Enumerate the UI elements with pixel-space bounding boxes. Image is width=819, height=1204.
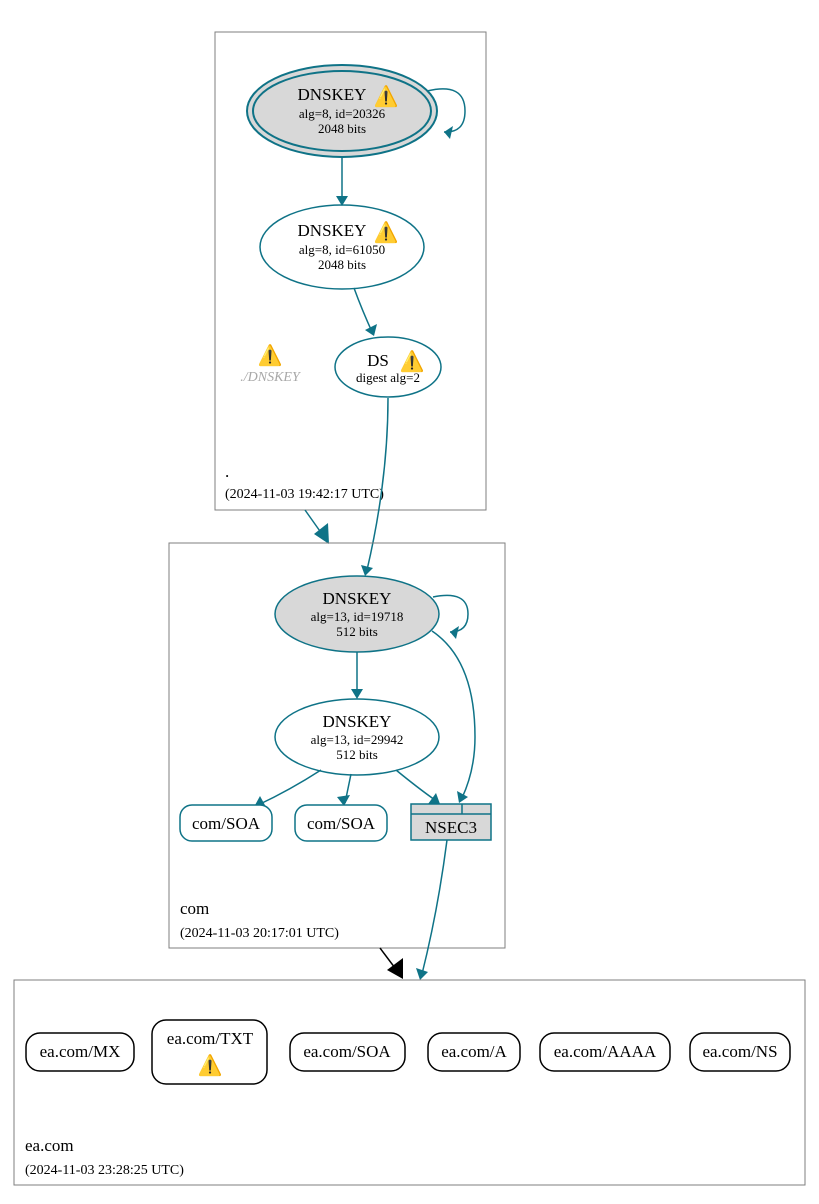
root-dnskey-ksk[interactable]: DNSKEY ⚠️ alg=8, id=20326 2048 bits bbox=[247, 65, 437, 157]
root-dnskey-zsk[interactable]: DNSKEY ⚠️ alg=8, id=61050 2048 bits bbox=[260, 205, 424, 289]
root-ds[interactable]: DS ⚠️ digest alg=2 bbox=[335, 337, 441, 397]
edge-root-ksk-zsk bbox=[336, 157, 348, 206]
com-soa-a[interactable]: com/SOA bbox=[180, 805, 272, 841]
com-zsk-bits: 512 bits bbox=[336, 747, 378, 762]
com-ksk-bits: 512 bits bbox=[336, 624, 378, 639]
ea-soa[interactable]: ea.com/SOA bbox=[290, 1033, 405, 1071]
zone-root-timestamp: (2024-11-03 19:42:17 UTC) bbox=[225, 487, 384, 502]
edge-nsec3-to-ea bbox=[416, 840, 447, 980]
ea-ns-label: ea.com/NS bbox=[702, 1042, 777, 1061]
com-nsec3-label: NSEC3 bbox=[425, 818, 477, 837]
edge-com-zsk-soa1 bbox=[254, 770, 321, 807]
edge-root-to-com-delegation bbox=[305, 510, 329, 544]
com-soa-b[interactable]: com/SOA bbox=[295, 805, 387, 841]
com-zsk-alg: alg=13, id=29942 bbox=[311, 732, 404, 747]
ea-ns[interactable]: ea.com/NS bbox=[690, 1033, 790, 1071]
root-ds-title: DS bbox=[367, 351, 389, 370]
root-ksk-alg: alg=8, id=20326 bbox=[299, 106, 386, 121]
edge-com-zsk-nsec3 bbox=[396, 770, 440, 804]
com-soa-a-label: com/SOA bbox=[192, 814, 261, 833]
edge-root-zsk-ds bbox=[354, 288, 377, 336]
root-missing-dnskey-label: ./DNSKEY bbox=[240, 370, 302, 385]
root-missing-dnskey: ⚠️ ./DNSKEY bbox=[240, 343, 302, 385]
com-zsk-title: DNSKEY bbox=[323, 712, 392, 731]
ea-aaaa[interactable]: ea.com/AAAA bbox=[540, 1033, 670, 1071]
ea-a[interactable]: ea.com/A bbox=[428, 1033, 520, 1071]
root-zsk-title: DNSKEY bbox=[298, 221, 367, 240]
edge-com-to-ea-delegation bbox=[380, 948, 403, 979]
edge-com-zsk-soa2 bbox=[337, 774, 351, 806]
root-ksk-bits: 2048 bits bbox=[318, 121, 366, 136]
warning-icon: ⚠️ bbox=[374, 220, 399, 244]
root-ksk-title: DNSKEY bbox=[298, 85, 367, 104]
ea-a-label: ea.com/A bbox=[441, 1042, 507, 1061]
zone-root-label: . bbox=[225, 462, 229, 481]
com-nsec3[interactable]: NSEC3 bbox=[411, 804, 491, 840]
com-soa-b-label: com/SOA bbox=[307, 814, 376, 833]
edge-com-ksk-nsec3 bbox=[432, 631, 475, 803]
ea-soa-label: ea.com/SOA bbox=[303, 1042, 391, 1061]
zone-com-timestamp: (2024-11-03 20:17:01 UTC) bbox=[180, 926, 339, 941]
zone-ea-timestamp: (2024-11-03 23:28:25 UTC) bbox=[25, 1163, 184, 1178]
ea-mx-label: ea.com/MX bbox=[40, 1042, 121, 1061]
com-dnskey-ksk[interactable]: DNSKEY alg=13, id=19718 512 bits bbox=[275, 576, 439, 652]
ea-mx[interactable]: ea.com/MX bbox=[26, 1033, 134, 1071]
edge-com-ksk-zsk bbox=[351, 652, 363, 699]
warning-icon: ⚠️ bbox=[198, 1053, 223, 1077]
root-ds-alg: digest alg=2 bbox=[356, 370, 420, 385]
com-ksk-title: DNSKEY bbox=[323, 589, 392, 608]
ea-txt[interactable]: ea.com/TXT ⚠️ bbox=[152, 1020, 267, 1084]
zone-com-label: com bbox=[180, 899, 209, 918]
com-ksk-alg: alg=13, id=19718 bbox=[311, 609, 404, 624]
warning-icon: ⚠️ bbox=[258, 343, 283, 367]
com-dnskey-zsk[interactable]: DNSKEY alg=13, id=29942 512 bits bbox=[275, 699, 439, 775]
ea-txt-label: ea.com/TXT bbox=[167, 1029, 254, 1048]
root-zsk-bits: 2048 bits bbox=[318, 257, 366, 272]
ea-aaaa-label: ea.com/AAAA bbox=[554, 1042, 657, 1061]
zone-ea-label: ea.com bbox=[25, 1136, 74, 1155]
warning-icon: ⚠️ bbox=[374, 84, 399, 108]
root-zsk-alg: alg=8, id=61050 bbox=[299, 242, 385, 257]
zone-ea-com: ea.com (2024-11-03 23:28:25 UTC) bbox=[14, 980, 805, 1185]
